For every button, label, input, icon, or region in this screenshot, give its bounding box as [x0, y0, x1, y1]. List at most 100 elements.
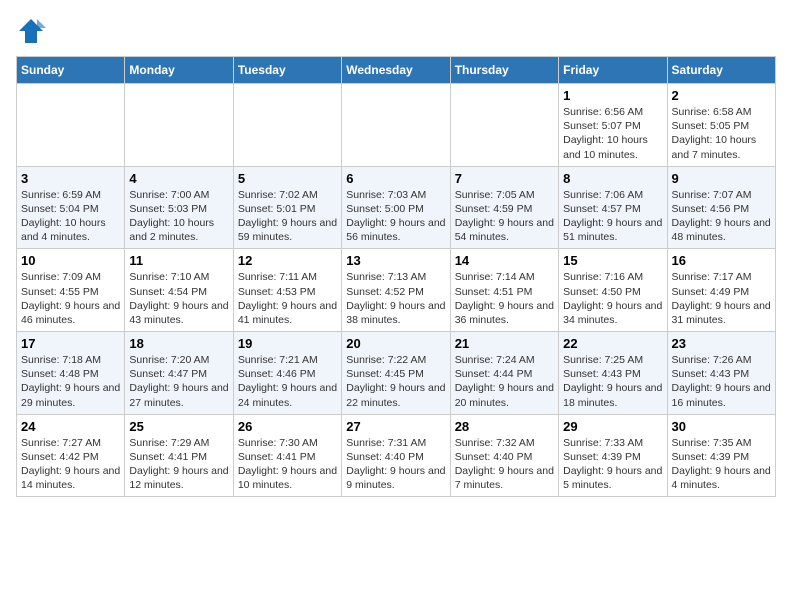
- day-info: Sunrise: 7:18 AMSunset: 4:48 PMDaylight:…: [21, 353, 120, 410]
- calendar-day-cell: 24 Sunrise: 7:27 AMSunset: 4:42 PMDayligh…: [17, 414, 125, 497]
- day-number: 27: [346, 419, 445, 434]
- day-number: 18: [129, 336, 228, 351]
- calendar-day-cell: 1 Sunrise: 6:56 AMSunset: 5:07 PMDaylight…: [559, 84, 667, 167]
- calendar-day-cell: 5 Sunrise: 7:02 AMSunset: 5:01 PMDaylight…: [233, 166, 341, 249]
- day-info: Sunrise: 7:03 AMSunset: 5:00 PMDaylight:…: [346, 188, 445, 245]
- calendar-day-cell: 29 Sunrise: 7:33 AMSunset: 4:39 PMDayligh…: [559, 414, 667, 497]
- calendar-day-cell: 15 Sunrise: 7:16 AMSunset: 4:50 PMDayligh…: [559, 249, 667, 332]
- weekday-header: Wednesday: [342, 57, 450, 84]
- day-info: Sunrise: 7:17 AMSunset: 4:49 PMDaylight:…: [672, 270, 771, 327]
- day-number: 11: [129, 253, 228, 268]
- day-number: 4: [129, 171, 228, 186]
- weekday-header: Saturday: [667, 57, 775, 84]
- day-number: 14: [455, 253, 554, 268]
- empty-cell: [342, 84, 450, 167]
- day-number: 20: [346, 336, 445, 351]
- calendar-day-cell: 18 Sunrise: 7:20 AMSunset: 4:47 PMDayligh…: [125, 332, 233, 415]
- day-number: 26: [238, 419, 337, 434]
- day-info: Sunrise: 7:24 AMSunset: 4:44 PMDaylight:…: [455, 353, 554, 410]
- day-info: Sunrise: 7:10 AMSunset: 4:54 PMDaylight:…: [129, 270, 228, 327]
- empty-cell: [17, 84, 125, 167]
- day-info: Sunrise: 7:11 AMSunset: 4:53 PMDaylight:…: [238, 270, 337, 327]
- calendar-day-cell: 6Sunrise: 7:03 AMSunset: 5:00 PMDaylight…: [342, 166, 450, 249]
- calendar-day-cell: 11 Sunrise: 7:10 AMSunset: 4:54 PMDayligh…: [125, 249, 233, 332]
- day-info: Sunrise: 6:59 AMSunset: 5:04 PMDaylight:…: [21, 188, 120, 245]
- day-number: 10: [21, 253, 120, 268]
- day-number: 19: [238, 336, 337, 351]
- day-info: Sunrise: 6:58 AMSunset: 5:05 PMDaylight:…: [672, 105, 771, 162]
- weekday-header: Thursday: [450, 57, 558, 84]
- day-number: 5: [238, 171, 337, 186]
- day-number: 17: [21, 336, 120, 351]
- calendar-day-cell: 3 Sunrise: 6:59 AMSunset: 5:04 PMDaylight…: [17, 166, 125, 249]
- day-info: Sunrise: 7:00 AMSunset: 5:03 PMDaylight:…: [129, 188, 228, 245]
- day-info: Sunrise: 7:25 AMSunset: 4:43 PMDaylight:…: [563, 353, 662, 410]
- calendar-day-cell: 21 Sunrise: 7:24 AMSunset: 4:44 PMDayligh…: [450, 332, 558, 415]
- day-info: Sunrise: 7:02 AMSunset: 5:01 PMDaylight:…: [238, 188, 337, 245]
- day-info: Sunrise: 7:22 AMSunset: 4:45 PMDaylight:…: [346, 353, 445, 410]
- day-number: 12: [238, 253, 337, 268]
- day-info: Sunrise: 7:07 AMSunset: 4:56 PMDaylight:…: [672, 188, 771, 245]
- calendar-day-cell: 26 Sunrise: 7:30 AMSunset: 4:41 PMDayligh…: [233, 414, 341, 497]
- calendar-day-cell: 23 Sunrise: 7:26 AMSunset: 4:43 PMDayligh…: [667, 332, 775, 415]
- day-info: Sunrise: 7:30 AMSunset: 4:41 PMDaylight:…: [238, 436, 337, 493]
- day-info: Sunrise: 7:29 AMSunset: 4:41 PMDaylight:…: [129, 436, 228, 493]
- day-number: 13: [346, 253, 445, 268]
- day-info: Sunrise: 7:16 AMSunset: 4:50 PMDaylight:…: [563, 270, 662, 327]
- empty-cell: [233, 84, 341, 167]
- calendar-day-cell: 20 Sunrise: 7:22 AMSunset: 4:45 PMDayligh…: [342, 332, 450, 415]
- calendar-table: SundayMondayTuesdayWednesdayThursdayFrid…: [16, 56, 776, 497]
- calendar-day-cell: 17 Sunrise: 7:18 AMSunset: 4:48 PMDayligh…: [17, 332, 125, 415]
- empty-cell: [450, 84, 558, 167]
- day-number: 16: [672, 253, 771, 268]
- day-number: 24: [21, 419, 120, 434]
- day-info: Sunrise: 7:26 AMSunset: 4:43 PMDaylight:…: [672, 353, 771, 410]
- day-number: 7: [455, 171, 554, 186]
- day-info: Sunrise: 7:21 AMSunset: 4:46 PMDaylight:…: [238, 353, 337, 410]
- day-info: Sunrise: 6:56 AMSunset: 5:07 PMDaylight:…: [563, 105, 662, 162]
- logo-icon: [16, 16, 46, 46]
- calendar-day-cell: 9 Sunrise: 7:07 AMSunset: 4:56 PMDaylight…: [667, 166, 775, 249]
- day-info: Sunrise: 7:31 AMSunset: 4:40 PMDaylight:…: [346, 436, 445, 493]
- day-number: 2: [672, 88, 771, 103]
- calendar-day-cell: 16 Sunrise: 7:17 AMSunset: 4:49 PMDayligh…: [667, 249, 775, 332]
- day-info: Sunrise: 7:14 AMSunset: 4:51 PMDaylight:…: [455, 270, 554, 327]
- calendar-day-cell: 13Sunrise: 7:13 AMSunset: 4:52 PMDayligh…: [342, 249, 450, 332]
- day-number: 29: [563, 419, 662, 434]
- calendar-day-cell: 14 Sunrise: 7:14 AMSunset: 4:51 PMDayligh…: [450, 249, 558, 332]
- day-number: 23: [672, 336, 771, 351]
- day-info: Sunrise: 7:20 AMSunset: 4:47 PMDaylight:…: [129, 353, 228, 410]
- day-number: 25: [129, 419, 228, 434]
- calendar-day-cell: 28Sunrise: 7:32 AMSunset: 4:40 PMDayligh…: [450, 414, 558, 497]
- calendar-day-cell: 4 Sunrise: 7:00 AMSunset: 5:03 PMDaylight…: [125, 166, 233, 249]
- calendar-day-cell: 30 Sunrise: 7:35 AMSunset: 4:39 PMDayligh…: [667, 414, 775, 497]
- weekday-header: Tuesday: [233, 57, 341, 84]
- calendar-day-cell: 8 Sunrise: 7:06 AMSunset: 4:57 PMDaylight…: [559, 166, 667, 249]
- day-number: 15: [563, 253, 662, 268]
- calendar-day-cell: 27 Sunrise: 7:31 AMSunset: 4:40 PMDayligh…: [342, 414, 450, 497]
- day-number: 1: [563, 88, 662, 103]
- day-info: Sunrise: 7:35 AMSunset: 4:39 PMDaylight:…: [672, 436, 771, 493]
- day-number: 9: [672, 171, 771, 186]
- day-info: Sunrise: 7:06 AMSunset: 4:57 PMDaylight:…: [563, 188, 662, 245]
- day-number: 3: [21, 171, 120, 186]
- weekday-header: Sunday: [17, 57, 125, 84]
- page-header: [16, 16, 776, 46]
- calendar-day-cell: 25 Sunrise: 7:29 AMSunset: 4:41 PMDayligh…: [125, 414, 233, 497]
- calendar-day-cell: 12 Sunrise: 7:11 AMSunset: 4:53 PMDayligh…: [233, 249, 341, 332]
- weekday-header: Friday: [559, 57, 667, 84]
- day-number: 8: [563, 171, 662, 186]
- empty-cell: [125, 84, 233, 167]
- calendar-day-cell: 22Sunrise: 7:25 AMSunset: 4:43 PMDayligh…: [559, 332, 667, 415]
- day-info: Sunrise: 7:27 AMSunset: 4:42 PMDaylight:…: [21, 436, 120, 493]
- calendar-day-cell: 10 Sunrise: 7:09 AMSunset: 4:55 PMDayligh…: [17, 249, 125, 332]
- day-info: Sunrise: 7:32 AMSunset: 4:40 PMDaylight:…: [455, 436, 554, 493]
- day-info: Sunrise: 7:05 AMSunset: 4:59 PMDaylight:…: [455, 188, 554, 245]
- day-info: Sunrise: 7:33 AMSunset: 4:39 PMDaylight:…: [563, 436, 662, 493]
- calendar-day-cell: 7 Sunrise: 7:05 AMSunset: 4:59 PMDaylight…: [450, 166, 558, 249]
- calendar-day-cell: 2 Sunrise: 6:58 AMSunset: 5:05 PMDaylight…: [667, 84, 775, 167]
- day-number: 21: [455, 336, 554, 351]
- day-info: Sunrise: 7:09 AMSunset: 4:55 PMDaylight:…: [21, 270, 120, 327]
- day-number: 30: [672, 419, 771, 434]
- calendar-day-cell: 19 Sunrise: 7:21 AMSunset: 4:46 PMDayligh…: [233, 332, 341, 415]
